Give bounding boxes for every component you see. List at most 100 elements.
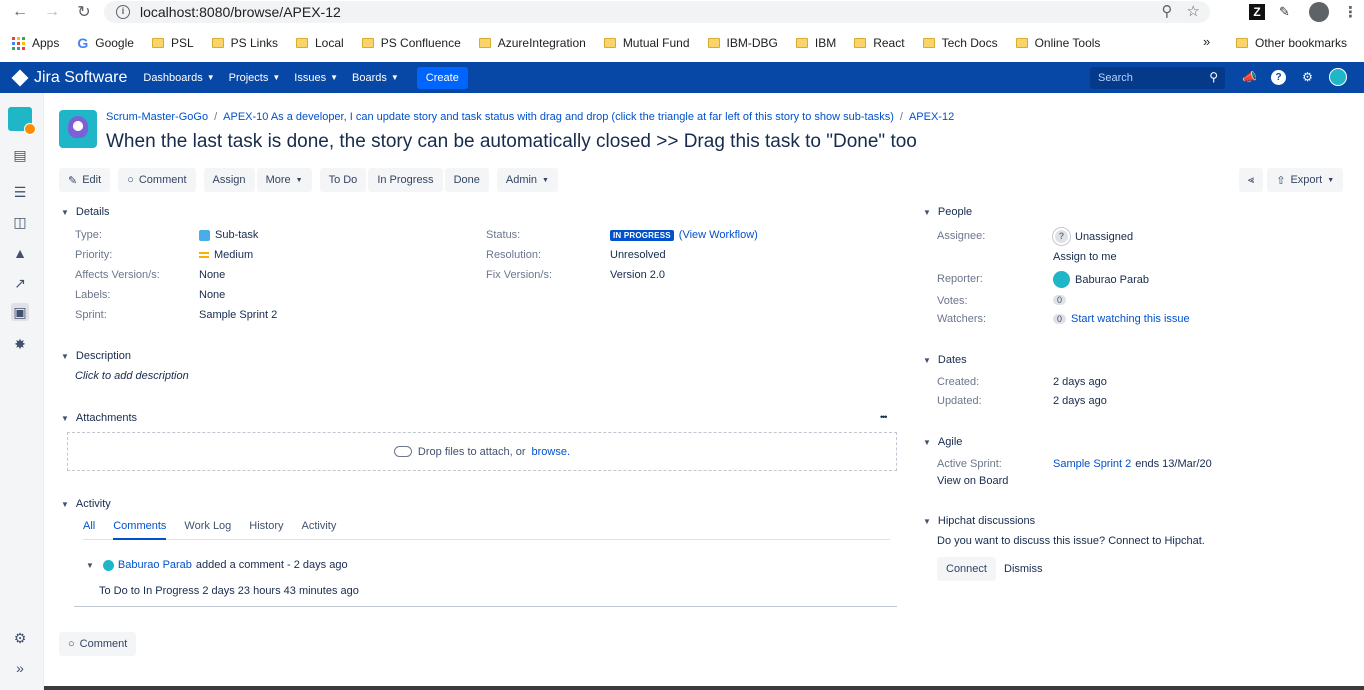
project-avatar[interactable] — [8, 107, 36, 135]
fix-version-link[interactable]: Version 2.0 — [610, 269, 665, 281]
attachments-options-button[interactable]: ••• — [880, 412, 888, 422]
bookmark-ps-links[interactable]: PS Links — [211, 36, 278, 50]
tab-history[interactable]: History — [249, 520, 283, 539]
backlog-icon[interactable]: ▤ — [11, 146, 29, 164]
issue-title[interactable]: When the last task is done, the story ca… — [106, 131, 917, 153]
comment-header: ▼ Baburao Parab added a comment - 2 days… — [86, 559, 348, 571]
tab-all[interactable]: All — [83, 520, 95, 539]
dates-heading[interactable]: ▼ Dates — [923, 354, 967, 366]
extension-pen-icon[interactable]: ✎ — [1279, 4, 1295, 20]
value-text: Sub-task — [215, 229, 259, 241]
edit-button[interactable]: ✎ Edit — [59, 168, 111, 192]
nav-projects[interactable]: Projects ▼ — [229, 72, 281, 84]
bookmark-label: Online Tools — [1034, 36, 1101, 50]
nav-boards[interactable]: Boards ▼ — [352, 72, 399, 84]
description-heading[interactable]: ▼ Description — [61, 350, 131, 362]
reload-icon[interactable]: ↻ — [72, 0, 96, 24]
tab-work-log[interactable]: Work Log — [184, 520, 231, 539]
bookmark-azure-integration[interactable]: AzureIntegration — [478, 36, 586, 50]
bookmark-psl[interactable]: PSL — [151, 36, 194, 50]
gear-icon[interactable]: ⚙ — [1300, 70, 1315, 85]
activity-tabs: All Comments Work Log History Activity — [83, 520, 890, 540]
search-input[interactable]: Search ⚲ — [1090, 67, 1225, 89]
bookmark-mutual-fund[interactable]: Mutual Fund — [603, 36, 690, 50]
dismiss-link[interactable]: Dismiss — [1004, 563, 1043, 575]
comment-button[interactable]: ○ Comment — [118, 168, 196, 192]
bookmark-tech-docs[interactable]: Tech Docs — [922, 36, 998, 50]
view-on-board-link[interactable]: View on Board — [937, 475, 1008, 487]
bookmark-apps[interactable]: Apps — [12, 36, 59, 50]
add-comment-button[interactable]: ○ Comment — [59, 632, 137, 656]
breadcrumb-parent-issue[interactable]: APEX-10 As a developer, I can update sto… — [223, 111, 894, 123]
agile-heading[interactable]: ▼ Agile — [923, 436, 962, 448]
bookmark-other[interactable]: Other bookmarks — [1236, 36, 1347, 50]
start-watching-link[interactable]: Start watching this issue — [1071, 313, 1190, 325]
bookmark-local[interactable]: Local — [296, 36, 344, 50]
breadcrumb-issue-key[interactable]: APEX-12 — [909, 111, 954, 123]
reports-icon[interactable]: ↗ — [11, 274, 29, 292]
share-button[interactable]: ⪡ — [1239, 168, 1264, 192]
connect-button[interactable]: Connect — [937, 557, 996, 581]
bookmark-react[interactable]: React — [854, 36, 905, 50]
board-icon[interactable]: ☰ — [11, 183, 29, 201]
active-sprint-link[interactable]: Sample Sprint 2 — [1053, 458, 1131, 470]
expand-sidebar-icon[interactable]: » — [11, 659, 29, 677]
menu-icon[interactable]: ⋮ — [1343, 3, 1358, 21]
nav-issues[interactable]: Issues ▼ — [294, 72, 338, 84]
zoom-icon[interactable]: ⚲ — [1162, 2, 1173, 20]
star-icon[interactable]: ☆ — [1187, 2, 1200, 20]
bookmark-google[interactable]: G Google — [77, 35, 134, 51]
assign-to-me-link[interactable]: Assign to me — [1053, 251, 1117, 263]
details-heading[interactable]: ▼ Details — [61, 206, 110, 218]
forward-icon[interactable]: → — [40, 0, 64, 24]
todo-button[interactable]: To Do — [319, 168, 367, 192]
folder-icon — [1015, 38, 1028, 48]
addons-icon[interactable]: ✸ — [11, 335, 29, 353]
user-avatar[interactable] — [1329, 68, 1347, 86]
help-icon[interactable]: ? — [1271, 69, 1286, 85]
project-avatar-large[interactable] — [59, 110, 97, 148]
export-button[interactable]: ⇧ Export ▼ — [1267, 168, 1344, 192]
browse-link[interactable]: browse. — [532, 446, 571, 458]
in-progress-button[interactable]: In Progress — [368, 168, 443, 192]
columns-icon[interactable]: ◫ — [11, 213, 29, 231]
admin-button[interactable]: Admin ▼ — [496, 168, 558, 192]
labels-value[interactable]: None — [199, 289, 225, 301]
hipchat-heading[interactable]: ▼ Hipchat discussions — [923, 515, 1035, 527]
info-icon[interactable]: i — [116, 5, 130, 19]
button-label: Export — [1290, 174, 1323, 186]
project-settings-icon[interactable]: ⚙ — [11, 629, 29, 647]
tab-activity[interactable]: Activity — [302, 520, 337, 539]
breadcrumb-project[interactable]: Scrum-Master-GoGo — [106, 111, 208, 123]
create-button[interactable]: Create — [416, 66, 468, 89]
bookmark-ibm[interactable]: IBM — [795, 36, 836, 50]
description-field[interactable]: Click to add description — [75, 370, 189, 382]
releases-icon[interactable]: ▲ — [11, 244, 29, 262]
people-heading[interactable]: ▼ People — [923, 206, 972, 218]
comment-author-link[interactable]: Baburao Parab — [118, 559, 192, 571]
attachment-dropzone[interactable]: Drop files to attach, or browse. — [67, 432, 897, 471]
address-bar[interactable]: i localhost:8080/browse/APEX-12 ⚲ ☆ — [104, 1, 1210, 23]
extension-z-icon[interactable]: Z — [1249, 4, 1265, 20]
tab-comments[interactable]: Comments — [113, 520, 167, 540]
bookmark-ibm-dbg[interactable]: IBM-DBG — [707, 36, 778, 50]
back-icon[interactable]: ← — [8, 0, 32, 24]
issues-icon[interactable]: ▣ — [11, 303, 29, 321]
votes-badge[interactable]: 0 — [1053, 295, 1067, 305]
view-workflow-link[interactable]: (View Workflow) — [679, 229, 758, 241]
bookmark-ps-confluence[interactable]: PS Confluence — [361, 36, 461, 50]
notifications-icon[interactable]: 📣 — [1242, 70, 1257, 85]
more-button[interactable]: More ▼ — [256, 168, 312, 192]
profile-icon[interactable] — [1309, 2, 1329, 22]
nav-dashboards[interactable]: Dashboards ▼ — [143, 72, 214, 84]
watchers-badge[interactable]: 0 — [1053, 314, 1067, 324]
activity-heading[interactable]: ▼ Activity — [61, 498, 111, 510]
assign-button[interactable]: Assign — [203, 168, 255, 192]
jira-logo[interactable]: Jira Software — [11, 69, 127, 87]
bookmark-label: AzureIntegration — [497, 36, 586, 50]
attachments-heading[interactable]: ▼ Attachments — [61, 412, 137, 424]
bookmarks-overflow-button[interactable]: » — [1203, 34, 1210, 49]
done-button[interactable]: Done — [444, 168, 489, 192]
chevron-down-icon[interactable]: ▼ — [86, 561, 94, 570]
bookmark-online-tools[interactable]: Online Tools — [1015, 36, 1101, 50]
